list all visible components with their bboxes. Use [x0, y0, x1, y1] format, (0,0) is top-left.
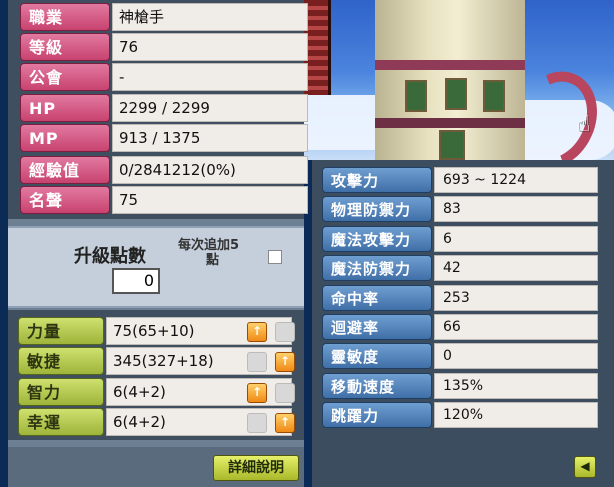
- up-arrow-icon[interactable]: ↑: [247, 383, 267, 403]
- back-arrow-icon[interactable]: ◀: [574, 456, 596, 478]
- detail-label: 迴避率: [322, 314, 432, 340]
- profile-value: 913 / 1375: [112, 124, 308, 152]
- detail-label: 攻擊力: [322, 167, 432, 193]
- profile-row-fame: 名聲 75: [20, 186, 308, 214]
- ability-row-str: 力量 75(65+10) ↑: [18, 317, 295, 345]
- detail-value: 693 ~ 1224: [434, 167, 598, 193]
- profile-value: 2299 / 2299: [112, 94, 308, 122]
- ability-points-section: 升級點數 0 每次追加5 點: [8, 226, 304, 308]
- profile-row-exp: 經驗值 0/2841212(0%): [20, 156, 308, 184]
- detail-value: 0: [434, 343, 598, 369]
- up-arrow-icon[interactable]: ↑: [275, 352, 295, 372]
- ability-label: 敏捷: [18, 347, 104, 375]
- up-arrow-icon[interactable]: ↑: [275, 413, 295, 433]
- game-background: [300, 0, 614, 160]
- detail-label: 魔法攻擊力: [322, 226, 432, 252]
- profile-value: 76: [112, 33, 308, 61]
- profile-label: 公會: [20, 63, 110, 91]
- detail-label: 命中率: [322, 285, 432, 311]
- add5-label: 每次追加5 點: [178, 238, 239, 268]
- detail-label: 跳躍力: [322, 402, 432, 428]
- profile-value: 神槍手: [112, 3, 308, 31]
- detail-value: 253: [434, 285, 598, 311]
- detail-value: 135%: [434, 373, 598, 399]
- detail-value: 83: [434, 196, 598, 222]
- profile-row-mp: MP 913 / 1375: [20, 124, 308, 152]
- disabled-button: [275, 383, 295, 403]
- profile-section: 職業 神槍手 等級 76 公會 - HP 2299 / 2299 MP 913 …: [8, 0, 308, 219]
- ability-label: 智力: [18, 378, 104, 406]
- ability-row-int: 智力 6(4+2) ↑: [18, 378, 295, 406]
- add5-label-line2: 點: [206, 253, 220, 268]
- add5-checkbox[interactable]: [268, 250, 282, 264]
- detail-value: 42: [434, 255, 598, 281]
- ability-stats-section: 力量 75(65+10) ↑ 敏捷 345(327+18) ↑ 智力 6(4+2…: [8, 310, 304, 440]
- disabled-button: [247, 413, 267, 433]
- profile-label: MP: [20, 124, 110, 152]
- detail-value: 66: [434, 314, 598, 340]
- ability-points-value: 0: [112, 268, 160, 294]
- ability-label: 幸運: [18, 408, 104, 436]
- profile-label: 名聲: [20, 186, 110, 214]
- profile-row-guild: 公會 -: [20, 63, 308, 91]
- profile-value: 0/2841212(0%): [112, 156, 308, 184]
- detail-label: 靈敏度: [322, 343, 432, 369]
- tower: [375, 0, 525, 160]
- ability-row-luk: 幸運 6(4+2) ↑: [18, 408, 295, 436]
- profile-row-level: 等級 76: [20, 33, 308, 61]
- hand-cursor-icon: ☝: [577, 112, 591, 137]
- profile-label: HP: [20, 94, 110, 122]
- disabled-button: [247, 352, 267, 372]
- profile-label: 等級: [20, 33, 110, 61]
- disabled-button: [275, 322, 295, 342]
- ability-points-label: 升級點數: [74, 246, 146, 267]
- detail-label: 物理防禦力: [322, 196, 432, 222]
- detail-value: 6: [434, 226, 598, 252]
- detail-stat-panel: 攻擊力 693 ~ 1224 物理防禦力 83 魔法攻擊力 6 魔法防禦力 42…: [312, 160, 614, 487]
- profile-label: 職業: [20, 3, 110, 31]
- profile-value: 75: [112, 186, 308, 214]
- detail-label: 移動速度: [322, 373, 432, 399]
- add5-label-line1: 每次追加5: [178, 238, 240, 253]
- profile-value: -: [112, 63, 308, 91]
- detail-button[interactable]: 詳細說明: [213, 455, 299, 481]
- ability-row-dex: 敏捷 345(327+18) ↑: [18, 347, 295, 375]
- profile-label: 經驗值: [20, 156, 110, 184]
- up-arrow-icon[interactable]: ↑: [247, 322, 267, 342]
- profile-row-job: 職業 神槍手: [20, 3, 308, 31]
- profile-row-hp: HP 2299 / 2299: [20, 94, 308, 122]
- detail-value: 120%: [434, 402, 598, 428]
- ability-label: 力量: [18, 317, 104, 345]
- detail-label: 魔法防禦力: [322, 255, 432, 281]
